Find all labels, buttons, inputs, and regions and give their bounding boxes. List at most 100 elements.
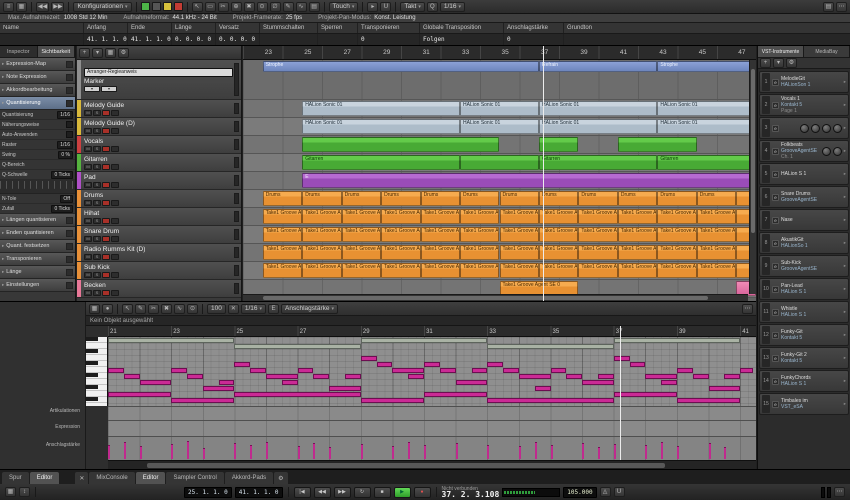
midi-note[interactable]: [187, 374, 203, 379]
track-filter-icon[interactable]: ▾: [92, 48, 103, 58]
redo-icon[interactable]: ▶▶: [51, 2, 64, 12]
vst-slot-5[interactable]: 5eHALion S 1▸: [759, 163, 849, 185]
clip-sub-kick[interactable]: Take1 Groove Agent SE 0: [618, 263, 657, 278]
info-field-value-stummschalten[interactable]: [259, 34, 317, 45]
inspector-section-note-expression[interactable]: ▸Note Expression: [0, 71, 75, 84]
clip-melody-guide-d[interactable]: HALion Sonic 01: [539, 119, 657, 134]
checkbox-n-herungsweise[interactable]: [66, 121, 73, 128]
velocity-bar[interactable]: [598, 447, 600, 459]
clip-drums[interactable]: Drums: [697, 191, 736, 206]
tempo-display[interactable]: 105.000: [563, 487, 596, 498]
more-options-icon[interactable]: ⋯: [836, 2, 847, 12]
workspace-dropdown[interactable]: Konfigurationen ▾: [73, 2, 131, 12]
vst-edit-button[interactable]: e: [772, 171, 779, 178]
vst-edit-button[interactable]: e: [772, 240, 779, 247]
rack-options-icon[interactable]: ▾: [773, 58, 784, 68]
midi-note[interactable]: [582, 380, 614, 385]
clip-sub-kick[interactable]: Take1 Groove Agent SE 0: [500, 263, 539, 278]
velocity-bar[interactable]: [266, 442, 268, 459]
solo-button[interactable]: S: [93, 236, 101, 242]
inspector-section-enden-quantisieren[interactable]: ▸Enden quantisieren: [0, 227, 75, 240]
velocity-bar[interactable]: [614, 444, 616, 459]
clip-gitarren[interactable]: [460, 155, 539, 170]
lane-drums[interactable]: DrumsDrumsDrumsDrumsDrumsDrumsDrumsDrums…: [243, 190, 756, 208]
velocity-bar[interactable]: [313, 443, 315, 459]
vst-slot-13[interactable]: 13eFunky-Git 2Kontakt 5▸: [759, 347, 849, 369]
midi-note[interactable]: [171, 398, 234, 403]
midi-note[interactable]: [234, 362, 250, 367]
clip-snare-drum[interactable]: Take1 Groove Agent SE 0: [421, 227, 460, 242]
clip-drums[interactable]: Drums: [302, 191, 341, 206]
clip-sub-kick[interactable]: Take1 Groove Agent SE 0: [342, 263, 381, 278]
clip-hihat[interactable]: Take1 Groove Agent SE 0: [500, 209, 539, 224]
clip-snare-drum[interactable]: Take1 Groove Agent SE 0: [342, 227, 381, 242]
midi-note[interactable]: [677, 368, 693, 373]
info-field-value-transponieren[interactable]: 0: [357, 34, 419, 45]
midi-note[interactable]: [282, 380, 298, 385]
value-raster[interactable]: 1/16: [57, 141, 73, 149]
midi-note[interactable]: [345, 374, 361, 379]
record-enable-button[interactable]: [102, 272, 110, 278]
transport-keys-icon[interactable]: ▦: [5, 487, 16, 497]
zone-settings-icon[interactable]: ⚙: [274, 472, 287, 484]
zoom-tool[interactable]: ⊙: [257, 2, 268, 12]
mute-button[interactable]: M: [84, 272, 92, 278]
color-tool[interactable]: ▤: [309, 2, 320, 12]
midi-note[interactable]: [108, 368, 124, 373]
left-locator-display[interactable]: 25. 1. 1. 0: [184, 487, 232, 498]
right-locator-display[interactable]: 41. 1. 1. 0: [235, 487, 283, 498]
mute-button[interactable]: M: [84, 110, 92, 116]
vst-edit-button[interactable]: e: [772, 286, 779, 293]
clip-marker[interactable]: Strophe: [657, 61, 756, 72]
midi-note[interactable]: [392, 368, 424, 373]
velocity-bar[interactable]: [724, 447, 726, 459]
solo-button[interactable]: S: [93, 146, 101, 152]
midi-note[interactable]: [598, 374, 614, 379]
track-radio-rumms-kit-d[interactable]: Radio Rumms Kit (D)MS: [77, 244, 241, 262]
vst-edit-button[interactable]: e: [772, 148, 779, 155]
velocity-bar[interactable]: [187, 441, 189, 459]
undo-icon[interactable]: ◀◀: [36, 2, 49, 12]
lane-vocals[interactable]: [243, 136, 756, 154]
solo-button[interactable]: S: [93, 218, 101, 224]
track-becken[interactable]: BeckenMS: [77, 280, 241, 298]
vst-knob[interactable]: [822, 147, 831, 156]
lane-pad[interactable]: E: [243, 172, 756, 190]
draw-tool[interactable]: ✎: [283, 2, 294, 12]
clip-hihat[interactable]: Take1 Groove Agent SE 0: [618, 209, 657, 224]
editor-ruler[interactable]: 2123252729313335373941: [108, 326, 756, 337]
clip-vocals[interactable]: [302, 137, 499, 152]
clip-sub-kick[interactable]: Take1 Groove Agent SE 0: [263, 263, 302, 278]
midi-note[interactable]: [630, 362, 646, 367]
clip-radio-rumms-kit-d[interactable]: Take1 Groove Agent SE 0: [460, 245, 499, 260]
midi-note[interactable]: [487, 362, 503, 367]
monitor-button[interactable]: [111, 110, 119, 116]
grid-type-dropdown[interactable]: Takt ▾: [400, 2, 424, 12]
clip-radio-rumms-kit-d[interactable]: Take1 Groove Agent SE 0: [421, 245, 460, 260]
cycle-button[interactable]: ↻: [354, 487, 371, 498]
clip-hihat[interactable]: Take1 Groove Agent SE 0: [381, 209, 420, 224]
record-enable-button[interactable]: [102, 146, 110, 152]
solo-button[interactable]: S: [93, 200, 101, 206]
midi-note[interactable]: [203, 386, 235, 391]
marker-zoom-select[interactable]: ▾: [101, 86, 117, 92]
lane-sub-kick[interactable]: Take1 Groove Agent SE 0 Take1 Groove Agen…: [243, 262, 756, 280]
midi-note[interactable]: [140, 380, 172, 385]
pan-law[interactable]: Projekt-Pan-Modus: Konst. Leistung: [318, 15, 415, 21]
vst-edit-button[interactable]: e: [772, 102, 779, 109]
record-format[interactable]: Aufnahmeformat: 44.1 kHz - 24 Bit: [123, 15, 216, 21]
pointer-tool[interactable]: ↖: [192, 2, 203, 12]
velocity-bar[interactable]: [551, 445, 553, 459]
ghost-note[interactable]: [614, 338, 740, 343]
track-settings-icon[interactable]: ⚙: [118, 48, 129, 58]
velocity-bar[interactable]: [361, 444, 363, 459]
monitor-button[interactable]: [111, 272, 119, 278]
automation-write-button[interactable]: [152, 2, 161, 11]
mute-button[interactable]: M: [84, 146, 92, 152]
add-instrument-button[interactable]: +: [760, 58, 771, 68]
tab-sichtbarkeit[interactable]: Sichtbarkeit: [38, 46, 76, 57]
record-enable-button[interactable]: [102, 164, 110, 170]
record-enable-button[interactable]: [102, 236, 110, 242]
clip-drums[interactable]: Drums: [342, 191, 381, 206]
arrange-vertical-scrollbar[interactable]: [749, 60, 756, 294]
